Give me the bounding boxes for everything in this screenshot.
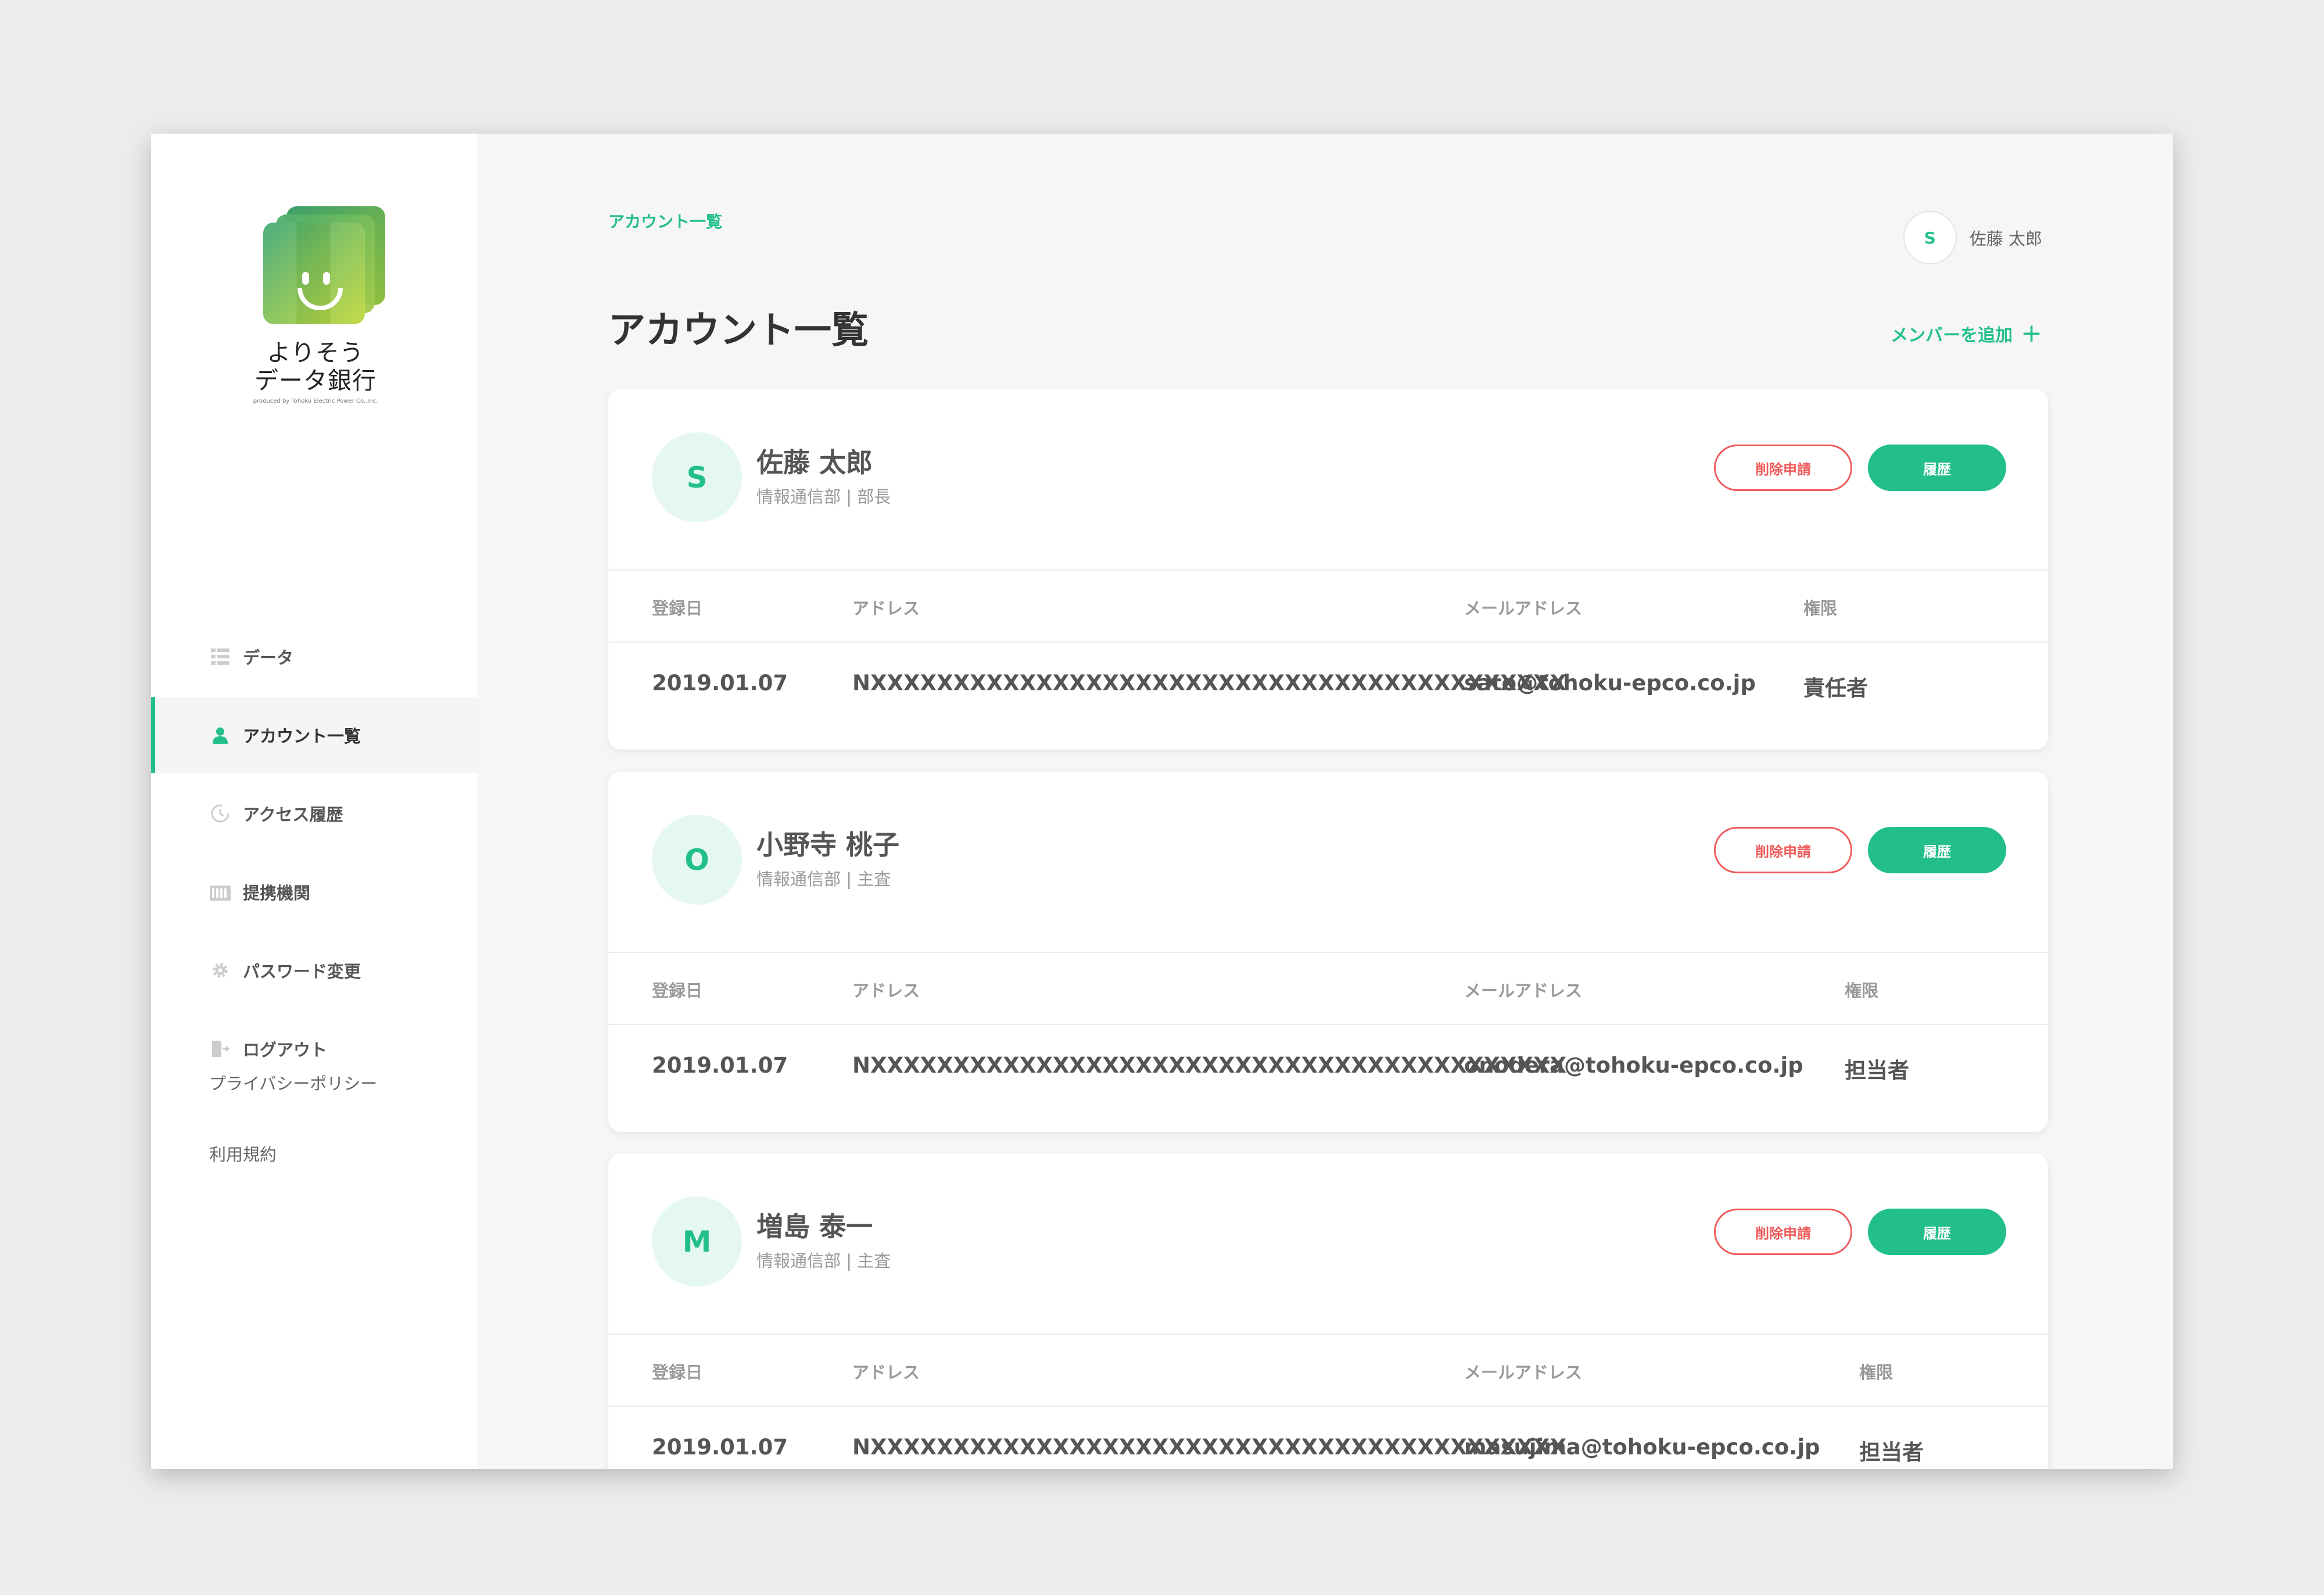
column-header-date: 登録日 — [652, 1363, 703, 1382]
account-address: NXXXXXXXXXXXXXXXXXXXXXXXXXXXXXXXXXXXXXXX… — [852, 1435, 1567, 1460]
history-button[interactable]: 履歴 — [1868, 445, 2006, 491]
column-header-email: メールアドレス — [1464, 598, 1583, 618]
column-header-address: アドレス — [852, 598, 920, 618]
account-card: O 小野寺 桃子 情報通信部 | 主査 削除申請 履歴 登録日 アドレス メール… — [608, 772, 2048, 1132]
sidebar-item-partners[interactable]: 提携機関 — [151, 854, 478, 930]
avatar: O — [652, 815, 742, 905]
account-department: 情報通信部 | 主査 — [756, 869, 891, 889]
sidebar-item-password[interactable]: パスワード変更 — [151, 933, 478, 1008]
avatar: M — [652, 1196, 742, 1286]
account-name: 小野寺 桃子 — [756, 829, 900, 861]
column-header-address: アドレス — [852, 1363, 920, 1382]
account-card: S 佐藤 太郎 情報通信部 | 部長 削除申請 履歴 登録日 アドレス メールア… — [608, 389, 2048, 750]
account-role: 担当者 — [1859, 1440, 1924, 1465]
delete-request-button[interactable]: 削除申請 — [1714, 445, 1852, 491]
sidebar-item-access-history[interactable]: アクセス履歴 — [151, 776, 478, 851]
delete-request-button[interactable]: 削除申請 — [1714, 1209, 1852, 1255]
history-button[interactable]: 履歴 — [1868, 827, 2006, 873]
column-header-address: アドレス — [852, 981, 920, 1001]
registration-date: 2019.01.07 — [652, 671, 788, 696]
avatar: S — [1903, 211, 1957, 264]
brand-name: よりそう データ銀行 — [249, 339, 382, 395]
account-card-header: O 小野寺 桃子 情報通信部 | 主査 削除申請 履歴 — [608, 772, 2048, 953]
table-header: 登録日 アドレス メールアドレス 権限 — [608, 571, 2048, 643]
breadcrumb[interactable]: アカウント一覧 — [608, 209, 722, 232]
terms-link[interactable]: 利用規約 — [209, 1141, 377, 1212]
account-role: 担当者 — [1845, 1058, 1909, 1083]
person-icon — [209, 724, 231, 746]
sidebar-item-label: アカウント一覧 — [243, 726, 361, 746]
table-row: 2019.01.07 NXXXXXXXXXXXXXXXXXXXXXXXXXXXX… — [608, 1407, 2048, 1469]
column-header-role: 権限 — [1859, 1363, 1893, 1382]
logout-door-icon — [209, 1038, 231, 1060]
logo-mark-icon — [263, 206, 385, 328]
current-user-name: 佐藤 太郎 — [1969, 229, 2042, 249]
page-title: アカウント一覧 — [608, 309, 869, 352]
sidebar-item-label: パスワード変更 — [243, 962, 361, 981]
sidebar-nav: データ アカウント一覧 アクセス履歴 提携機関 パスワード変更 ログアウト — [151, 619, 478, 1089]
history-clock-icon — [209, 802, 231, 825]
privacy-policy-link[interactable]: プライバシーポリシー — [209, 1070, 377, 1141]
account-department: 情報通信部 | 主査 — [756, 1251, 891, 1271]
account-card: M 増島 泰一 情報通信部 | 主査 削除申請 履歴 登録日 アドレス メールア… — [608, 1153, 2048, 1469]
avatar: S — [652, 432, 742, 522]
gear-icon — [209, 959, 231, 981]
account-email: sato@tohoku-epco.co.jp — [1464, 671, 1756, 696]
table-row: 2019.01.07 NXXXXXXXXXXXXXXXXXXXXXXXXXXXX… — [608, 643, 2048, 750]
column-header-email: メールアドレス — [1464, 981, 1583, 1001]
sidebar-item-data[interactable]: データ — [151, 619, 478, 694]
sidebar-footer: プライバシーポリシー 利用規約 — [209, 1070, 377, 1212]
main-content: アカウント一覧 S 佐藤 太郎 アカウント一覧 メンバーを追加 + S 佐藤 太… — [478, 134, 2173, 1469]
sidebar-item-label: データ — [243, 648, 294, 668]
account-department: 情報通信部 | 部長 — [756, 487, 891, 507]
sidebar: よりそう データ銀行 produced by Tohoku Electric P… — [151, 134, 478, 1469]
brand-logo[interactable]: よりそう データ銀行 produced by Tohoku Electric P… — [249, 206, 385, 404]
brand-tagline: produced by Tohoku Electric Power Co.,In… — [253, 398, 378, 404]
account-email: masujima@tohoku-epco.co.jp — [1464, 1435, 1820, 1460]
account-card-header: M 増島 泰一 情報通信部 | 主査 削除申請 履歴 — [608, 1153, 2048, 1335]
account-card-header: S 佐藤 太郎 情報通信部 | 部長 削除申請 履歴 — [608, 389, 2048, 571]
data-grid-icon — [209, 646, 231, 668]
account-name: 増島 泰一 — [756, 1211, 873, 1242]
table-row: 2019.01.07 NXXXXXXXXXXXXXXXXXXXXXXXXXXXX… — [608, 1025, 2048, 1132]
account-role: 責任者 — [1803, 676, 1868, 701]
sidebar-item-label: 提携機関 — [243, 883, 311, 903]
building-icon — [209, 881, 231, 903]
registration-date: 2019.01.07 — [652, 1435, 788, 1460]
user-menu[interactable]: S 佐藤 太郎 — [1903, 211, 2042, 264]
brand-name-line2: データ銀行 — [254, 367, 376, 395]
sidebar-item-accounts[interactable]: アカウント一覧 — [151, 697, 478, 773]
account-email: onodera@tohoku-epco.co.jp — [1464, 1053, 1803, 1078]
column-header-role: 権限 — [1845, 981, 1879, 1001]
sidebar-item-label: ログアウト — [243, 1040, 328, 1060]
column-header-email: メールアドレス — [1464, 1363, 1583, 1382]
app-window: よりそう データ銀行 produced by Tohoku Electric P… — [151, 134, 2173, 1469]
table-header: 登録日 アドレス メールアドレス 権限 — [608, 1335, 2048, 1407]
column-header-role: 権限 — [1803, 598, 1838, 618]
history-button[interactable]: 履歴 — [1868, 1209, 2006, 1255]
plus-icon: + — [2021, 318, 2042, 348]
add-member-button[interactable]: メンバーを追加 + — [1891, 321, 2042, 346]
delete-request-button[interactable]: 削除申請 — [1714, 827, 1852, 873]
column-header-date: 登録日 — [652, 598, 703, 618]
add-member-label: メンバーを追加 — [1891, 325, 2013, 346]
account-name: 佐藤 太郎 — [756, 447, 873, 478]
account-address: NXXXXXXXXXXXXXXXXXXXXXXXXXXXXXXXXXXXXXXX… — [852, 1053, 1567, 1078]
sidebar-item-label: アクセス履歴 — [243, 805, 343, 825]
account-address: NXXXXXXXXXXXXXXXXXXXXXXXXXXXXXXXXXXXXXXX… — [852, 671, 1567, 696]
column-header-date: 登録日 — [652, 981, 703, 1001]
table-header: 登録日 アドレス メールアドレス 権限 — [608, 953, 2048, 1025]
registration-date: 2019.01.07 — [652, 1053, 788, 1078]
brand-name-line1: よりそう — [267, 339, 364, 367]
